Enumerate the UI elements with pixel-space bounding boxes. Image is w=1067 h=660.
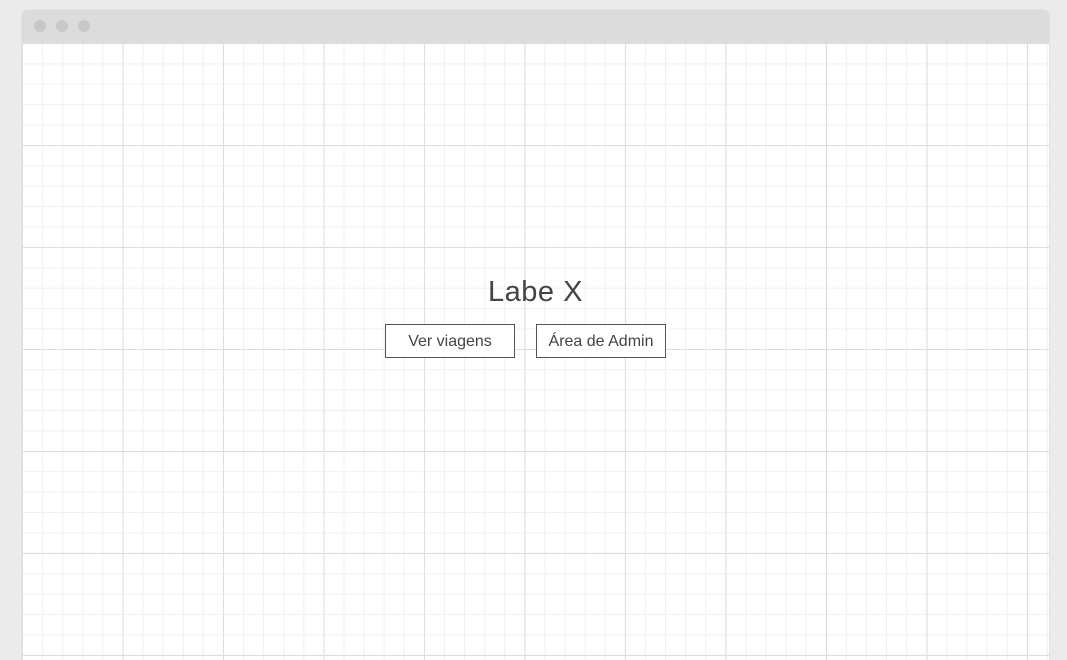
area-de-admin-button[interactable]: Área de Admin [536, 324, 666, 358]
window-close-dot-icon[interactable] [34, 20, 46, 32]
page-title: Labe X [488, 276, 583, 308]
browser-window: Labe X Ver viagens Área de Admin [22, 10, 1049, 660]
grid-canvas: Labe X Ver viagens Área de Admin [22, 43, 1049, 660]
window-maximize-dot-icon[interactable] [78, 20, 90, 32]
window-titlebar [22, 10, 1049, 43]
window-minimize-dot-icon[interactable] [56, 20, 68, 32]
ver-viagens-button[interactable]: Ver viagens [385, 324, 515, 358]
